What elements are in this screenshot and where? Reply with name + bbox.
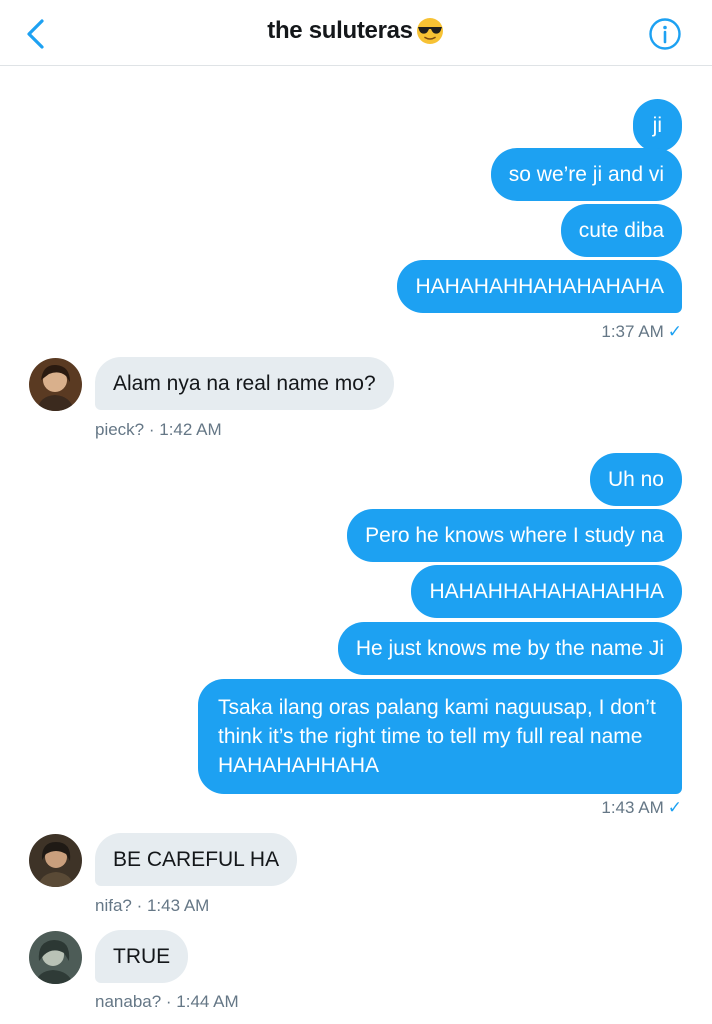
- conversation-header: the suluteras: [0, 0, 712, 66]
- outgoing-message[interactable]: so we’re ji and vi: [490, 148, 682, 201]
- outgoing-message[interactable]: ji: [632, 99, 682, 152]
- outgoing-message[interactable]: Tsaka ilang oras palang kami naguusap, I…: [198, 679, 682, 794]
- message-sender-meta: nanaba? · 1:44 AM: [95, 992, 239, 1011]
- outgoing-message[interactable]: Uh no: [589, 453, 682, 506]
- sunglasses-emoji-icon: [415, 16, 445, 46]
- message-timestamp: 1:37 AM ✓: [601, 322, 682, 342]
- timestamp-text: 1:37 AM: [601, 322, 664, 341]
- outgoing-message[interactable]: cute diba: [560, 204, 682, 257]
- avatar[interactable]: [29, 834, 82, 887]
- timestamp-text: 1:43 AM: [601, 798, 664, 817]
- avatar[interactable]: [29, 358, 82, 411]
- outgoing-message[interactable]: HAHAHHAHAHAHAHHA: [411, 565, 682, 618]
- outgoing-message[interactable]: Pero he knows where I study na: [347, 509, 682, 562]
- incoming-message[interactable]: BE CAREFUL HA: [95, 833, 298, 886]
- conversation-title-container[interactable]: the suluteras: [0, 16, 712, 46]
- checkmark-icon: ✓: [667, 322, 682, 341]
- message-sender-meta: pieck? · 1:42 AM: [95, 420, 222, 439]
- conversation-title[interactable]: the suluteras: [267, 17, 413, 44]
- message-timestamp: 1:43 AM ✓: [601, 798, 682, 818]
- outgoing-message[interactable]: HAHAHAHHAHAHAHAHA: [397, 260, 682, 313]
- incoming-message[interactable]: Alam nya na real name mo?: [95, 357, 394, 410]
- message-thread[interactable]: ji so we’re ji and vi cute diba HAHAHAHH…: [0, 66, 712, 1024]
- info-icon: [649, 18, 681, 50]
- incoming-message[interactable]: TRUE: [95, 930, 189, 983]
- message-sender-meta: nifa? · 1:43 AM: [95, 896, 210, 915]
- checkmark-icon: ✓: [667, 798, 682, 817]
- conversation-info-button[interactable]: [648, 17, 682, 51]
- outgoing-message[interactable]: He just knows me by the name Ji: [337, 622, 682, 675]
- avatar[interactable]: [29, 931, 82, 984]
